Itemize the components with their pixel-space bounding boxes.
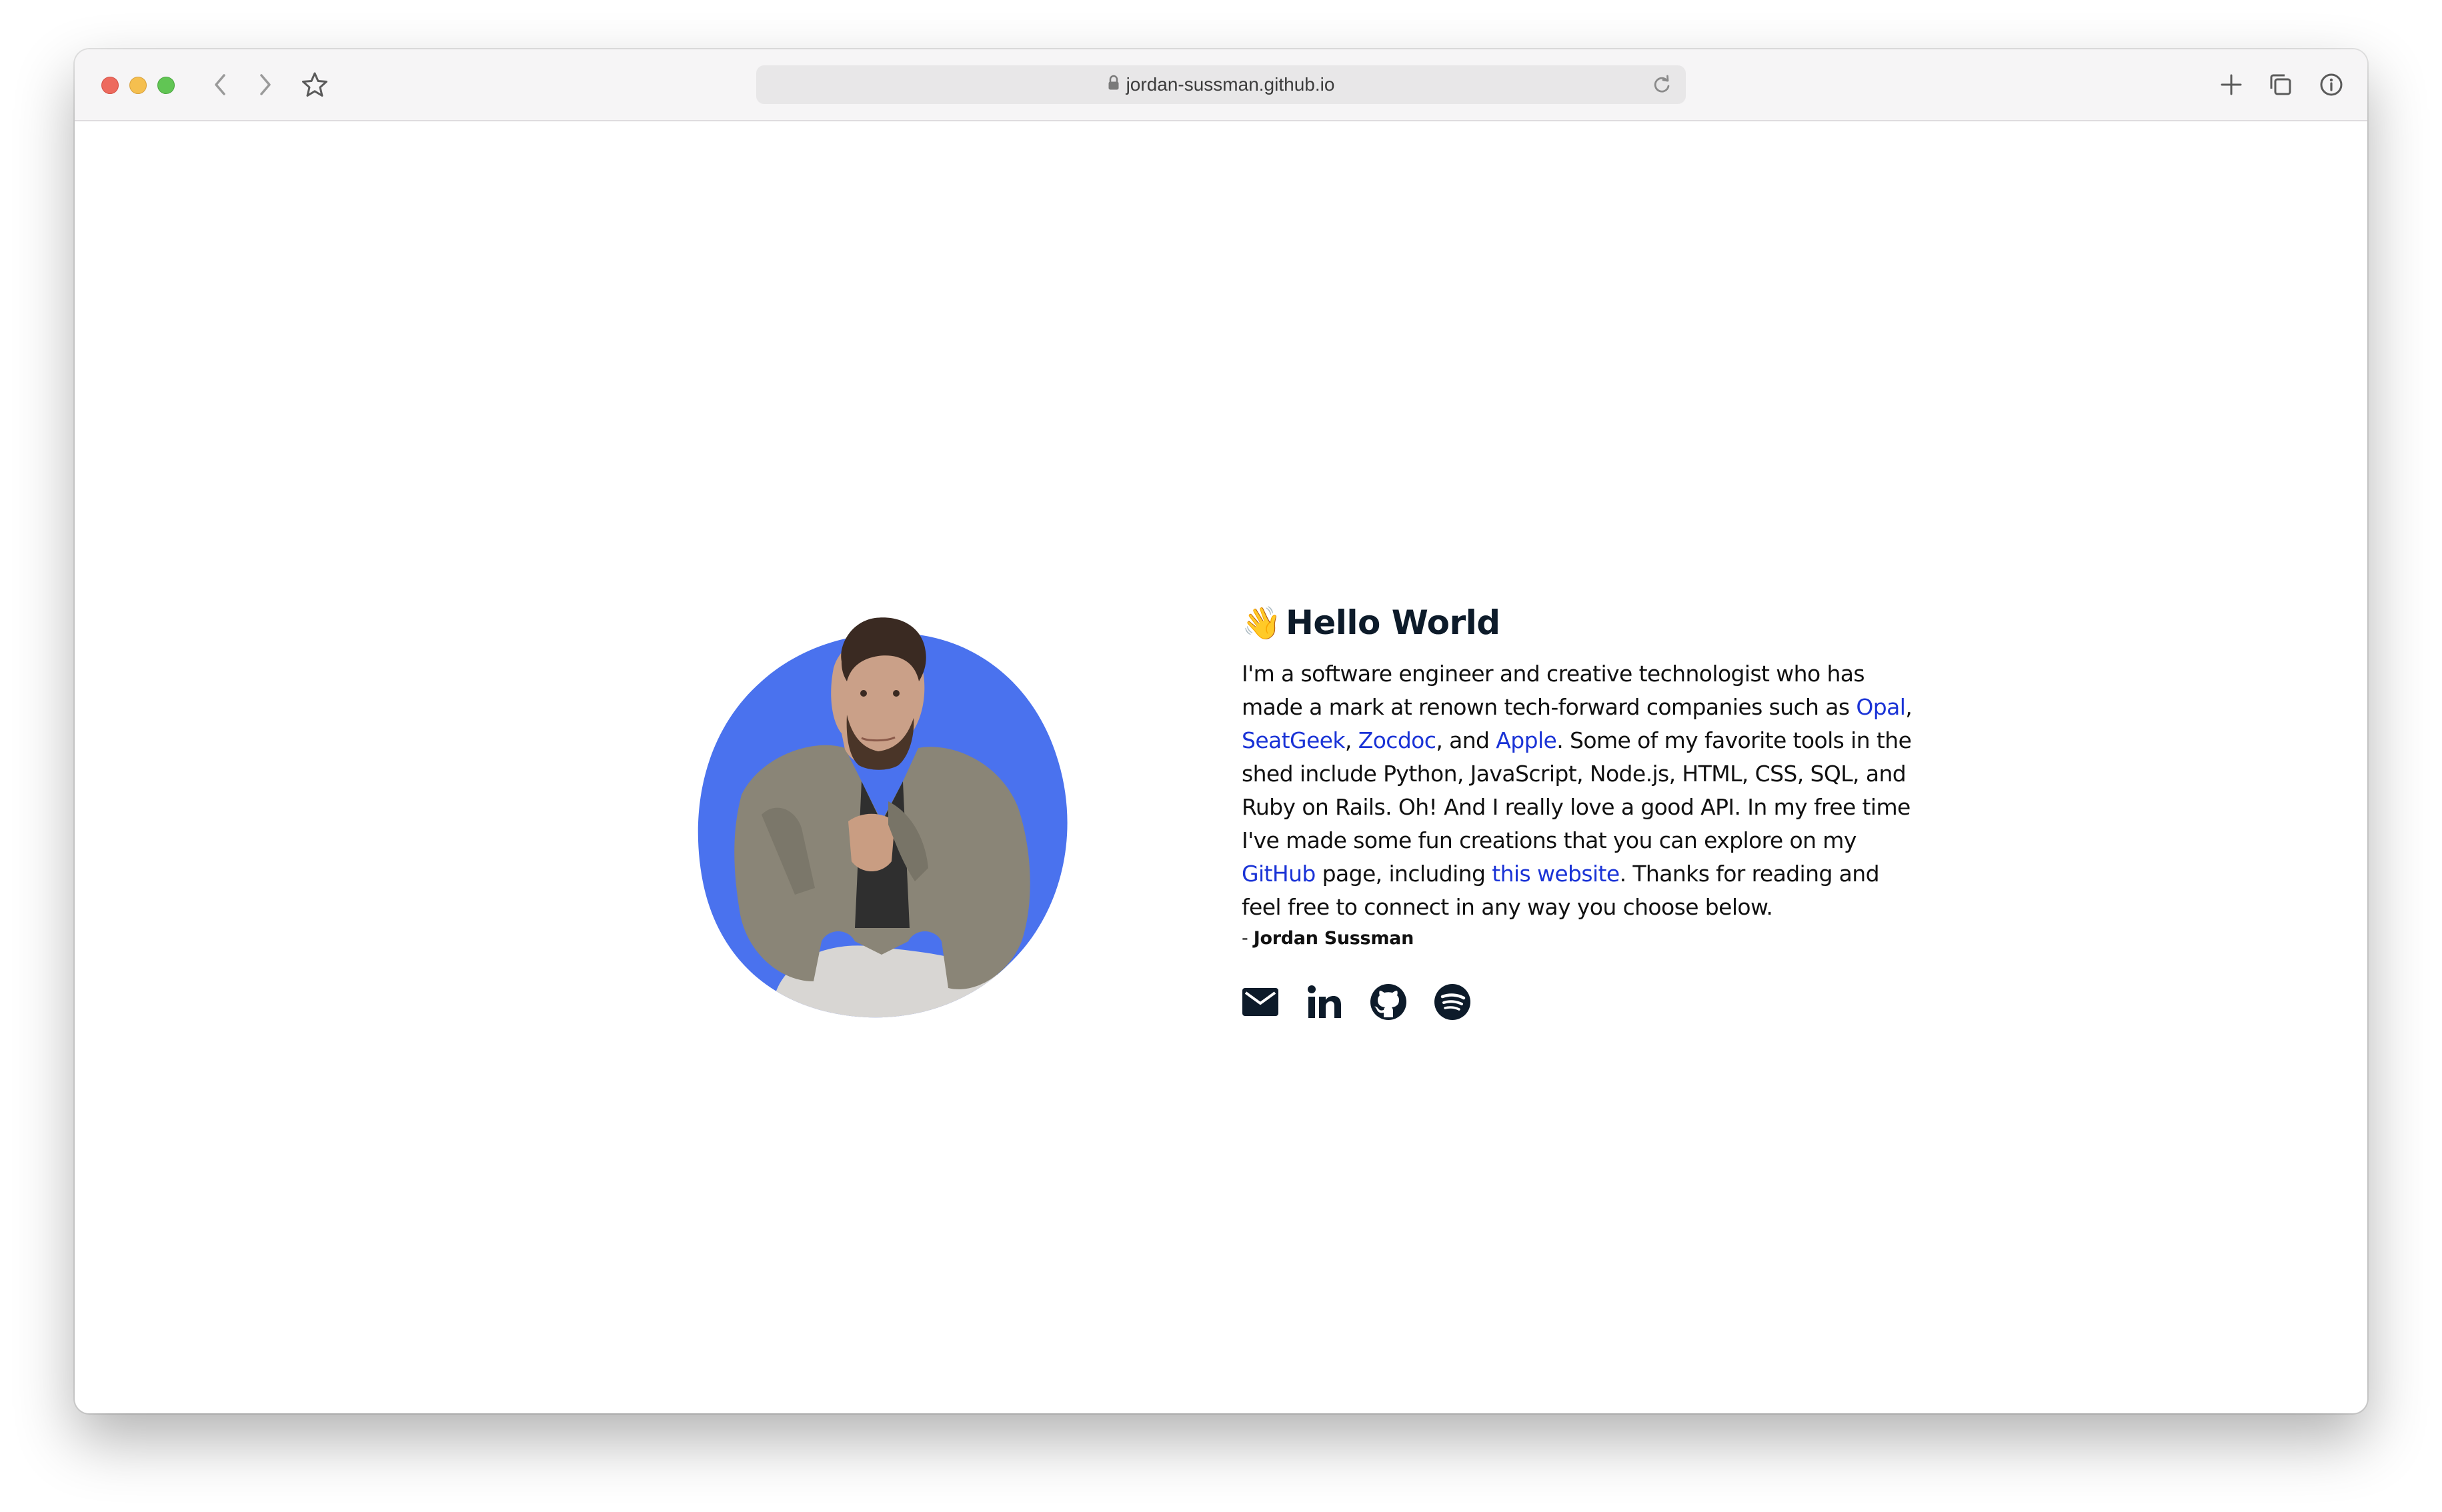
url-text: jordan-sussman.github.io <box>1126 74 1335 95</box>
github-icon[interactable] <box>1370 983 1407 1021</box>
tabs-overview-icon[interactable] <box>2267 71 2294 98</box>
page-content: 👋 Hello World I'm a software engineer an… <box>75 121 2367 1413</box>
forward-icon[interactable] <box>252 71 279 98</box>
new-tab-icon[interactable] <box>2218 71 2245 98</box>
link-opal[interactable]: Opal <box>1856 694 1906 720</box>
portrait-image <box>662 581 1102 1035</box>
link-this-website[interactable]: this website <box>1492 861 1620 887</box>
bio-text: page, including <box>1315 861 1492 887</box>
linkedin-icon[interactable] <box>1306 983 1343 1021</box>
info-icon[interactable] <box>2318 71 2345 98</box>
bio-text: , <box>1905 694 1913 720</box>
page-title: Hello World <box>1286 603 1500 642</box>
signature-prefix: - <box>1242 928 1254 949</box>
intro-section: 👋 Hello World I'm a software engineer an… <box>1242 597 1922 1021</box>
signature: - Jordan Sussman <box>1242 928 1922 949</box>
reload-icon[interactable] <box>1651 74 1672 99</box>
lock-icon <box>1108 65 1120 104</box>
browser-window: jordan-sussman.github.io 👋 Hello World I… <box>75 49 2367 1413</box>
browser-toolbar: jordan-sussman.github.io <box>75 49 2367 121</box>
address-bar[interactable]: jordan-sussman.github.io <box>756 65 1686 104</box>
spotify-icon[interactable] <box>1434 983 1471 1021</box>
link-apple[interactable]: Apple <box>1496 727 1557 753</box>
bio-text: , <box>1344 727 1358 753</box>
intro-heading: 👋 Hello World <box>1242 597 1922 648</box>
wave-emoji: 👋 <box>1242 605 1282 641</box>
bio-paragraph: I'm a software engineer and creative tec… <box>1242 657 1922 924</box>
link-zocdoc[interactable]: Zocdoc <box>1358 727 1436 753</box>
close-window-button[interactable] <box>101 77 119 94</box>
link-github[interactable]: GitHub <box>1242 861 1316 887</box>
email-icon[interactable] <box>1242 983 1279 1021</box>
zoom-window-button[interactable] <box>157 77 175 94</box>
signature-name: Jordan Sussman <box>1253 928 1414 949</box>
link-seatgeek[interactable]: SeatGeek <box>1242 727 1346 753</box>
back-icon[interactable] <box>207 71 233 98</box>
bio-text: , and <box>1436 727 1496 753</box>
minimize-window-button[interactable] <box>129 77 147 94</box>
social-links <box>1242 983 1922 1021</box>
bookmark-star-icon[interactable] <box>301 71 328 98</box>
bio-text: I'm a software engineer and creative tec… <box>1242 661 1865 720</box>
